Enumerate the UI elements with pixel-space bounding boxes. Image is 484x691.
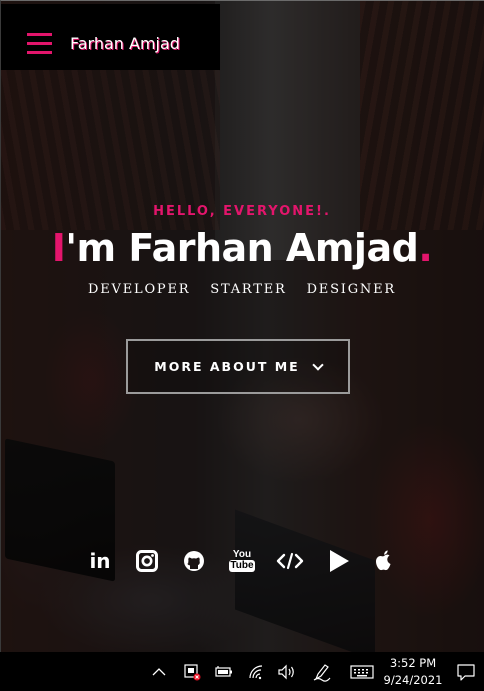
security-icon[interactable] xyxy=(181,652,203,691)
pen-icon[interactable] xyxy=(311,652,333,691)
taskbar-time: 3:52 PM xyxy=(389,656,437,670)
role-starter: STARTER xyxy=(210,282,287,297)
linkedin-icon[interactable]: in xyxy=(86,547,114,575)
social-links: in You Tube xyxy=(0,547,484,577)
youtube-label-top: You xyxy=(232,549,252,560)
hamburger-menu-icon[interactable] xyxy=(27,33,52,54)
role-designer: DESIGNER xyxy=(306,282,396,297)
hero-name: I'm Farhan Amjad. xyxy=(0,226,484,270)
keyboard-icon[interactable] xyxy=(349,652,375,691)
hero-section: HELLO, EVERYONE!. I'm Farhan Amjad. DEVE… xyxy=(0,0,484,652)
notification-icon[interactable] xyxy=(455,652,477,691)
role-developer: DEVELOPER xyxy=(88,282,191,297)
navbar: Farhan Amjad xyxy=(0,4,220,70)
code-icon[interactable] xyxy=(275,547,305,575)
github-icon[interactable] xyxy=(180,547,208,575)
more-about-me-label: MORE ABOUT ME xyxy=(154,359,300,374)
taskbar-clock[interactable]: 3:52 PM 9/24/2021 xyxy=(380,655,446,689)
hero-name-first-letter: I xyxy=(51,226,66,270)
hero-greeting: HELLO, EVERYONE!. xyxy=(153,204,331,219)
apple-icon[interactable] xyxy=(372,547,396,575)
hero-name-rest: 'm Farhan Amjad xyxy=(65,226,419,270)
brand-title[interactable]: Farhan Amjad xyxy=(70,34,180,53)
wifi-icon[interactable] xyxy=(245,652,267,691)
youtube-icon[interactable]: You Tube xyxy=(228,547,256,575)
taskbar: 3:52 PM 9/24/2021 xyxy=(0,652,484,691)
chevron-up-icon[interactable] xyxy=(150,652,168,691)
battery-icon[interactable] xyxy=(212,652,234,691)
taskbar-date: 9/24/2021 xyxy=(383,673,443,687)
chevron-down-icon xyxy=(312,358,324,371)
play-icon[interactable] xyxy=(326,547,352,575)
instagram-icon[interactable] xyxy=(133,547,161,575)
hero-name-dot: . xyxy=(418,226,433,270)
hero-roles: DEVELOPER STARTER DESIGNER xyxy=(0,282,484,297)
browser-window: Farhan Amjad HELLO, EVERYONE!. I'm Farha… xyxy=(0,0,484,652)
more-about-me-button[interactable]: MORE ABOUT ME xyxy=(126,339,350,394)
linkedin-label: in xyxy=(89,549,111,573)
youtube-label-bottom: Tube xyxy=(229,560,255,572)
volume-icon[interactable] xyxy=(276,652,298,691)
